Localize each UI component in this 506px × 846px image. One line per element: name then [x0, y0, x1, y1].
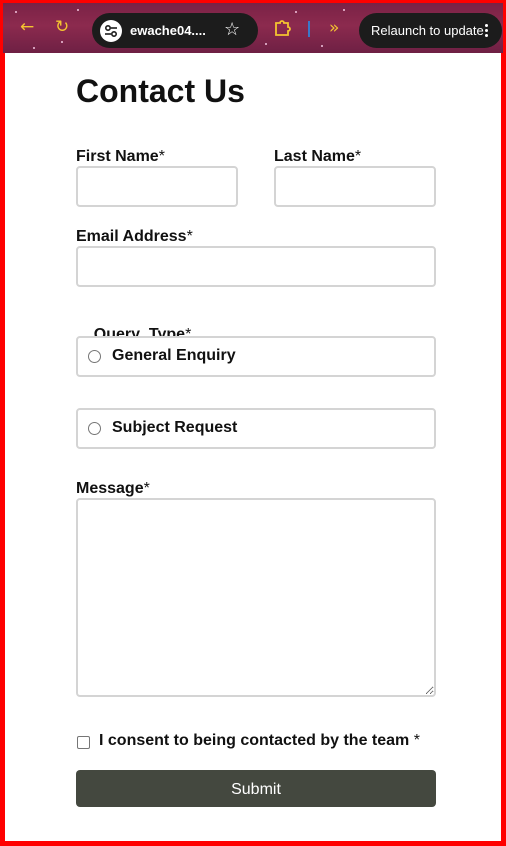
browser-toolbar: ← ↻ ewache04.... ☆ » Relaunch to update: [3, 3, 503, 53]
query-option-general-enquiry[interactable]: General Enquiry: [76, 336, 436, 377]
required-mark: *: [158, 148, 165, 165]
email-field[interactable]: [76, 246, 436, 287]
arrow-left-icon[interactable]: ←: [20, 19, 34, 36]
relaunch-label: Relaunch to update: [371, 23, 484, 38]
chevron-double-right-icon[interactable]: »: [329, 18, 339, 38]
query-option-subject-request[interactable]: Subject Request: [76, 408, 436, 449]
tune-icon[interactable]: [100, 20, 122, 42]
required-mark: *: [409, 732, 420, 749]
message-label: Message*: [76, 480, 150, 497]
consent-checkbox[interactable]: [77, 736, 90, 749]
radio-button[interactable]: [88, 422, 101, 435]
radio-button[interactable]: [88, 350, 101, 363]
toolbar-divider: [308, 21, 310, 37]
email-label: Email Address*: [76, 228, 193, 245]
contact-page: Contact Us First Name* Last Name* Email …: [5, 53, 501, 841]
address-bar[interactable]: ewache04.... ☆: [92, 13, 258, 48]
relaunch-button[interactable]: Relaunch to update: [359, 13, 502, 48]
required-mark: *: [354, 148, 362, 165]
first-name-field[interactable]: [76, 166, 238, 207]
page-title: Contact Us: [76, 73, 245, 109]
puzzle-icon[interactable]: [273, 18, 293, 41]
submit-button[interactable]: Submit: [76, 770, 436, 807]
required-mark: *: [186, 228, 193, 245]
reload-icon[interactable]: ↻: [55, 19, 69, 36]
kebab-menu-icon[interactable]: [485, 24, 488, 38]
radio-label: Subject Request: [112, 419, 238, 436]
star-icon[interactable]: ☆: [224, 19, 240, 40]
url-text[interactable]: ewache04....: [130, 23, 206, 38]
message-textarea[interactable]: [76, 498, 436, 697]
last-name-label: Last Name*: [274, 148, 362, 165]
last-name-field[interactable]: [274, 166, 436, 207]
first-name-label: First Name*: [76, 148, 165, 165]
consent-label[interactable]: I consent to being contacted by the team…: [99, 732, 420, 750]
required-mark: *: [143, 480, 150, 497]
radio-label: General Enquiry: [112, 347, 236, 364]
